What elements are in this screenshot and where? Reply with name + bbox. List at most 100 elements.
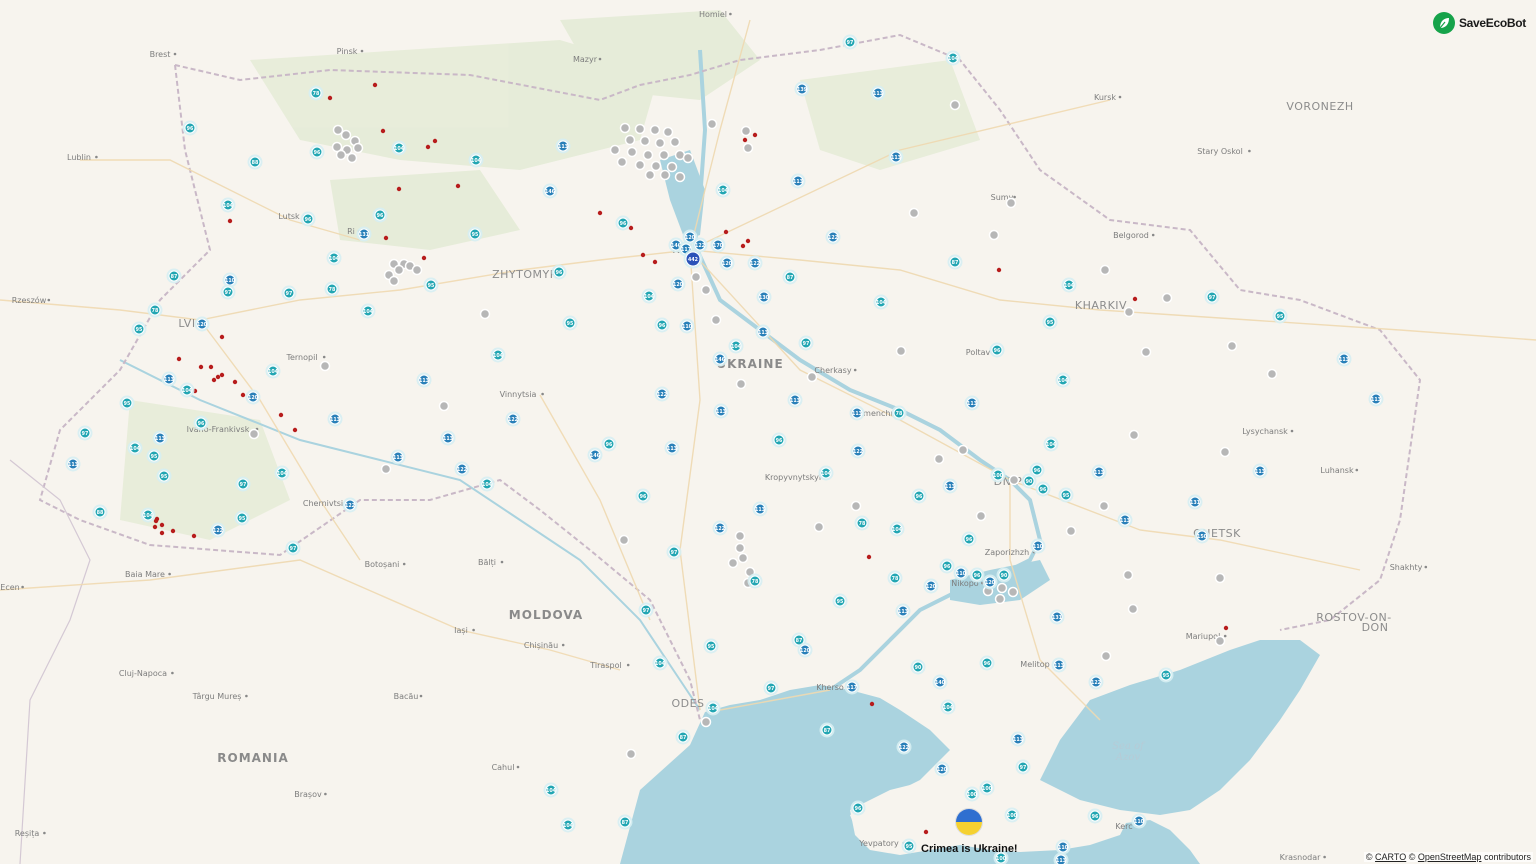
aqi-station-marker[interactable]: 104 xyxy=(728,338,744,354)
aqi-cluster-marker[interactable]: 442 xyxy=(683,249,703,269)
inactive-station-marker[interactable] xyxy=(1219,446,1231,458)
aqi-station-marker[interactable]: 104 xyxy=(468,152,484,168)
aqi-station-marker[interactable]: 104 xyxy=(479,476,495,492)
inactive-station-marker[interactable] xyxy=(609,144,621,156)
aqi-station-marker[interactable]: 110 xyxy=(1030,538,1046,554)
aqi-station-marker[interactable]: 131 xyxy=(1049,609,1065,625)
inactive-station-marker[interactable] xyxy=(388,275,400,287)
fire-hotspot-dot[interactable] xyxy=(152,524,158,530)
inactive-station-marker[interactable] xyxy=(658,149,670,161)
aqi-station-marker[interactable]: 96 xyxy=(551,264,567,280)
inactive-station-marker[interactable] xyxy=(666,161,678,173)
fire-hotspot-dot[interactable] xyxy=(232,379,238,385)
aqi-station-marker[interactable]: 113 xyxy=(1252,463,1268,479)
aqi-station-marker[interactable]: 100 xyxy=(979,780,995,796)
aqi-station-marker[interactable]: 96 xyxy=(1087,808,1103,824)
inactive-station-marker[interactable] xyxy=(618,534,630,546)
aqi-station-marker[interactable]: 104 xyxy=(945,50,961,66)
inactive-station-marker[interactable] xyxy=(682,152,694,164)
fire-hotspot-dot[interactable] xyxy=(153,518,159,524)
fire-hotspot-dot[interactable] xyxy=(455,183,461,189)
inactive-station-marker[interactable] xyxy=(1123,306,1135,318)
fire-hotspot-dot[interactable] xyxy=(421,255,427,261)
aqi-station-marker[interactable]: 95 xyxy=(832,593,848,609)
aqi-station-marker[interactable]: 113 xyxy=(161,371,177,387)
aqi-station-marker[interactable]: 120 xyxy=(982,574,998,590)
aqi-station-marker[interactable]: 120 xyxy=(797,642,813,658)
aqi-station-marker[interactable]: 96 xyxy=(654,317,670,333)
fire-hotspot-dot[interactable] xyxy=(176,356,182,362)
inactive-station-marker[interactable] xyxy=(700,716,712,728)
fire-hotspot-dot[interactable] xyxy=(1223,625,1229,631)
aqi-station-marker[interactable]: 104 xyxy=(391,140,407,156)
aqi-station-marker[interactable]: 78 xyxy=(854,515,870,531)
aqi-station-marker[interactable]: 96 xyxy=(939,558,955,574)
aqi-station-marker[interactable]: 97 xyxy=(1015,759,1031,775)
aqi-station-marker[interactable]: 113 xyxy=(713,403,729,419)
inactive-station-marker[interactable] xyxy=(690,271,702,283)
aqi-station-marker[interactable]: 104 xyxy=(641,288,657,304)
aqi-station-marker[interactable]: 122 xyxy=(825,229,841,245)
aqi-station-marker[interactable]: 104 xyxy=(490,347,506,363)
aqi-station-marker[interactable]: 100 xyxy=(964,786,980,802)
aqi-station-marker[interactable]: 95 xyxy=(1272,308,1288,324)
aqi-station-marker[interactable]: 130 xyxy=(756,289,772,305)
aqi-station-marker[interactable]: 122 xyxy=(1088,674,1104,690)
inactive-station-marker[interactable] xyxy=(908,207,920,219)
aqi-station-marker[interactable]: 122 xyxy=(210,522,226,538)
aqi-station-marker[interactable]: 96 xyxy=(601,436,617,452)
fire-hotspot-dot[interactable] xyxy=(215,374,221,380)
aqi-station-marker[interactable]: 95 xyxy=(1158,667,1174,683)
aqi-station-marker[interactable]: 96 xyxy=(372,207,388,223)
inactive-station-marker[interactable] xyxy=(1127,603,1139,615)
aqi-station-marker[interactable]: 113 xyxy=(895,603,911,619)
aqi-station-marker[interactable]: 95 xyxy=(131,321,147,337)
aqi-station-marker[interactable]: 104 xyxy=(360,303,376,319)
aqi-station-marker[interactable]: 95 xyxy=(901,838,917,854)
fire-hotspot-dot[interactable] xyxy=(866,554,872,560)
aqi-station-marker[interactable]: 131 xyxy=(356,226,372,242)
inactive-station-marker[interactable] xyxy=(700,284,712,296)
aqi-station-marker[interactable]: 104 xyxy=(140,507,156,523)
inactive-station-marker[interactable] xyxy=(742,142,754,154)
inactive-station-marker[interactable] xyxy=(706,118,718,130)
aqi-station-marker[interactable]: 88 xyxy=(247,154,263,170)
aqi-station-marker[interactable]: 146 xyxy=(712,351,728,367)
fire-hotspot-dot[interactable] xyxy=(240,392,246,398)
inactive-station-marker[interactable] xyxy=(895,345,907,357)
aqi-station-marker[interactable]: 120 xyxy=(923,578,939,594)
aqi-station-marker[interactable]: 78 xyxy=(324,281,340,297)
aqi-station-marker[interactable]: 95 xyxy=(562,315,578,331)
inactive-station-marker[interactable] xyxy=(393,264,405,276)
aqi-station-marker[interactable]: 78 xyxy=(747,573,763,589)
aqi-station-marker[interactable]: 95 xyxy=(234,510,250,526)
aqi-station-marker[interactable]: 113 xyxy=(888,149,904,165)
aqi-station-marker[interactable]: 122 xyxy=(747,255,763,271)
inactive-station-marker[interactable] xyxy=(1214,572,1226,584)
aqi-station-marker[interactable]: 78 xyxy=(887,570,903,586)
fire-hotspot-dot[interactable] xyxy=(198,364,204,370)
aqi-station-marker[interactable]: 95 xyxy=(423,277,439,293)
aqi-station-marker[interactable]: 122 xyxy=(342,497,358,513)
fire-hotspot-dot[interactable] xyxy=(745,238,751,244)
aqi-station-marker[interactable]: 139 xyxy=(794,81,810,97)
aqi-station-marker[interactable]: 113 xyxy=(1336,351,1352,367)
inactive-station-marker[interactable] xyxy=(1128,429,1140,441)
aqi-station-marker[interactable]: 113 xyxy=(65,456,81,472)
aqi-station-marker[interactable]: 87 xyxy=(166,268,182,284)
inactive-station-marker[interactable] xyxy=(994,593,1006,605)
aqi-station-marker[interactable]: 95 xyxy=(467,226,483,242)
inactive-station-marker[interactable] xyxy=(735,378,747,390)
aqi-station-marker[interactable]: 96 xyxy=(979,655,995,671)
inactive-station-marker[interactable] xyxy=(346,152,358,164)
aqi-station-marker[interactable]: 104 xyxy=(265,363,281,379)
aqi-station-marker[interactable]: 87 xyxy=(947,254,963,270)
inactive-station-marker[interactable] xyxy=(634,123,646,135)
fire-hotspot-dot[interactable] xyxy=(652,259,658,265)
aqi-station-marker[interactable]: 104 xyxy=(1043,436,1059,452)
fire-hotspot-dot[interactable] xyxy=(869,701,875,707)
aqi-station-marker[interactable]: 96 xyxy=(850,800,866,816)
inactive-station-marker[interactable] xyxy=(850,500,862,512)
aqi-station-marker[interactable]: 100 xyxy=(990,467,1006,483)
aqi-station-marker[interactable]: 96 xyxy=(989,342,1005,358)
